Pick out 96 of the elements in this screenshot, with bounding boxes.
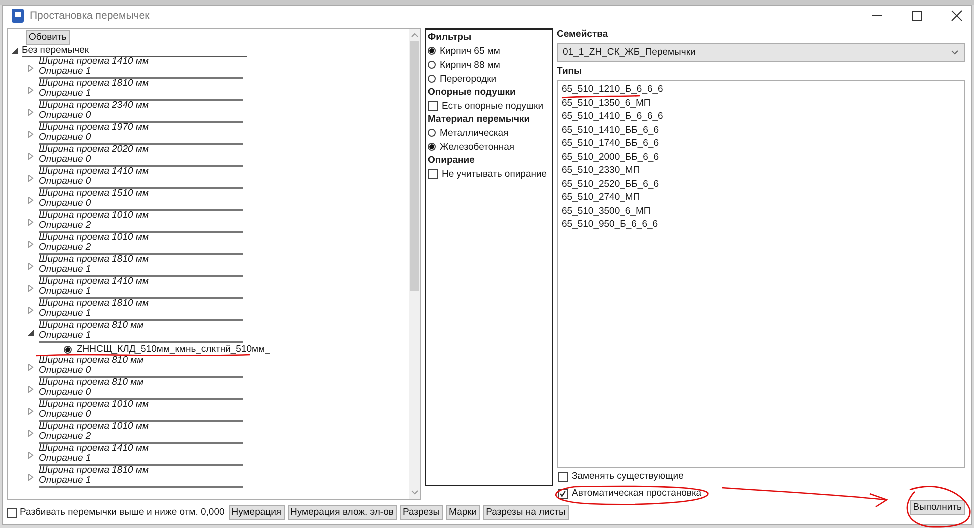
tree-item[interactable]: Ширина проема 810 мм Опирание 0 (39, 356, 243, 378)
app-icon (12, 9, 24, 23)
expand-icon[interactable] (28, 408, 34, 414)
checkbox-label[interactable]: Разбивать перемычки выше и ниже отм. 0,000 (20, 507, 225, 518)
field-label: Семейства (557, 29, 610, 40)
expand-icon[interactable] (28, 452, 34, 458)
list-item[interactable]: 65_510_2000_ББ_6_6 (562, 150, 960, 164)
tree-item[interactable]: Ширина проема 1410 мм Опирание 1 (39, 57, 243, 79)
scroll-down-icon[interactable] (410, 490, 418, 496)
section-heading: Опирание (428, 155, 476, 166)
circle-mark (906, 486, 971, 528)
collapse-icon[interactable] (28, 328, 34, 336)
expand-icon[interactable] (28, 152, 34, 160)
list-item[interactable]: 65_510_1410_ББ_6_6 (562, 124, 960, 137)
tree-item[interactable]: Ширина проема 1810 мм Опирание 1 (39, 255, 243, 277)
expand-icon[interactable] (28, 262, 34, 270)
section-heading: Материал перемычки (428, 114, 532, 125)
tree-item[interactable]: Ширина проема 810 мм Опирание 1 (39, 321, 243, 343)
toolbar-button[interactable]: Нумерация (228, 505, 285, 520)
checkbox-label[interactable]: Есть опорные подушки (442, 100, 544, 112)
expand-icon[interactable] (28, 284, 34, 292)
list-item[interactable]: 65_510_1410_Б_6_6_6 (562, 110, 960, 124)
checkbox[interactable] (428, 101, 438, 111)
run-button[interactable]: Выполнить (910, 500, 965, 515)
list-item[interactable]: 65_510_2520_ББ_6_6 (562, 178, 960, 191)
expand-icon[interactable] (28, 386, 34, 392)
tree-item[interactable]: Без перемычек (22, 45, 247, 57)
expand-icon[interactable] (28, 306, 34, 314)
chevron-down-icon (951, 50, 959, 55)
checkbox-label[interactable]: Заменять существующие (572, 471, 684, 482)
expand-icon[interactable] (28, 108, 34, 116)
radio-button[interactable] (428, 129, 436, 137)
expand-icon[interactable] (28, 430, 34, 436)
list-item[interactable]: 65_510_1350_6_МП (562, 96, 960, 110)
window-title: Простановка перемычек (30, 10, 150, 22)
close-icon[interactable] (951, 10, 963, 22)
toolbar-button[interactable]: Нумерация влож. эл-ов (288, 505, 397, 520)
expand-icon[interactable] (28, 364, 34, 370)
radio-label[interactable]: Перегородки (440, 74, 497, 84)
expand-icon[interactable] (28, 130, 34, 138)
tree-item[interactable]: Ширина проема 1810 мм Опирание 1 (39, 466, 243, 488)
expand-icon[interactable] (28, 196, 34, 204)
list-item[interactable]: 65_510_2330_МП (562, 164, 960, 178)
toolbar-button[interactable]: Разрезы на листы (483, 505, 569, 520)
section-heading: Опорные подушки (428, 87, 517, 98)
tree-item[interactable]: Ширина проема 810 мм Опирание 0 (39, 378, 243, 400)
refresh-button[interactable]: Обовить (26, 30, 70, 45)
checkbox-label[interactable]: Не учитывать опирание (442, 168, 548, 180)
tree-item[interactable]: Ширина проема 2340 мм Опирание 0 (39, 101, 243, 123)
maximize-icon[interactable] (911, 10, 923, 22)
radio-button[interactable] (428, 47, 436, 55)
toolbar-button[interactable]: Разрезы (400, 505, 444, 520)
scrollbar[interactable] (409, 29, 420, 499)
radio-label[interactable]: Кирпич 88 мм (440, 60, 500, 70)
tree-item[interactable]: Ширина проема 1010 мм Опирание 2 (39, 211, 243, 233)
section-heading: Фильтры (428, 32, 473, 43)
collapse-icon[interactable] (12, 48, 18, 54)
list-item[interactable]: 65_510_1740_ББ_6_6 (562, 137, 960, 150)
radio-label[interactable]: Кирпич 65 мм (440, 46, 500, 56)
list-item[interactable]: 65_510_1210_Б_6_6_6 (562, 83, 960, 96)
scroll-up-icon[interactable] (410, 32, 418, 38)
tree-item[interactable]: Ширина проема 1810 мм Опирание 1 (39, 79, 243, 101)
radio-button[interactable] (428, 143, 436, 151)
expand-icon[interactable] (28, 474, 34, 480)
tree-item[interactable]: Ширина проема 1970 мм Опирание 0 (39, 123, 243, 145)
expand-icon[interactable] (28, 86, 34, 94)
list-item[interactable]: 65_510_2740_МП (562, 191, 960, 204)
checkbox[interactable] (428, 169, 438, 179)
checkbox[interactable] (7, 508, 17, 518)
toolbar-button[interactable]: Марки (446, 505, 480, 520)
tree-item[interactable]: Ширина проема 1010 мм Опирание 0 (39, 400, 243, 422)
tree-item[interactable]: Ширина проема 1410 мм Опирание 1 (39, 444, 243, 466)
family-dropdown[interactable]: 01_1_ZH_СК_ЖБ_Перемычки (557, 43, 965, 62)
tree-item[interactable]: ZHНСЩ_КЛД_510мм_кмнь_слктнй_510мм_ (77, 344, 270, 355)
tree-item[interactable]: Ширина проема 2020 мм Опирание 0 (39, 145, 243, 167)
tree-item[interactable]: Ширина проема 1810 мм Опирание 1 (39, 299, 243, 321)
radio-label[interactable]: Железобетонная (440, 142, 515, 152)
radio-button[interactable] (428, 75, 436, 83)
radio-label[interactable]: Металлическая (440, 128, 509, 138)
tree-item[interactable]: Ширина проема 1010 мм Опирание 2 (39, 422, 243, 444)
expand-icon[interactable] (28, 64, 34, 72)
scrollbar-thumb[interactable] (410, 41, 419, 291)
tree-item[interactable]: Ширина проема 1010 мм Опирание 2 (39, 233, 243, 255)
tree-item[interactable]: Ширина проема 1510 мм Опирание 0 (39, 189, 243, 211)
checkbox-label[interactable]: Автоматическая простановка (572, 488, 702, 499)
tree-item[interactable]: Ширина проема 1410 мм Опирание 0 (39, 167, 243, 189)
list-item[interactable]: 65_510_3500_6_МП (562, 204, 960, 218)
radio-button[interactable] (428, 61, 436, 69)
field-label: Типы (557, 66, 584, 77)
expand-icon[interactable] (28, 240, 34, 248)
expand-icon[interactable] (28, 174, 34, 182)
checkbox[interactable] (558, 472, 568, 482)
tree-item[interactable]: Ширина проема 1410 мм Опирание 1 (39, 277, 243, 299)
radio-button[interactable] (64, 346, 72, 354)
list-item[interactable]: 65_510_950_Б_6_6_6 (562, 218, 960, 232)
expand-icon[interactable] (28, 218, 34, 226)
